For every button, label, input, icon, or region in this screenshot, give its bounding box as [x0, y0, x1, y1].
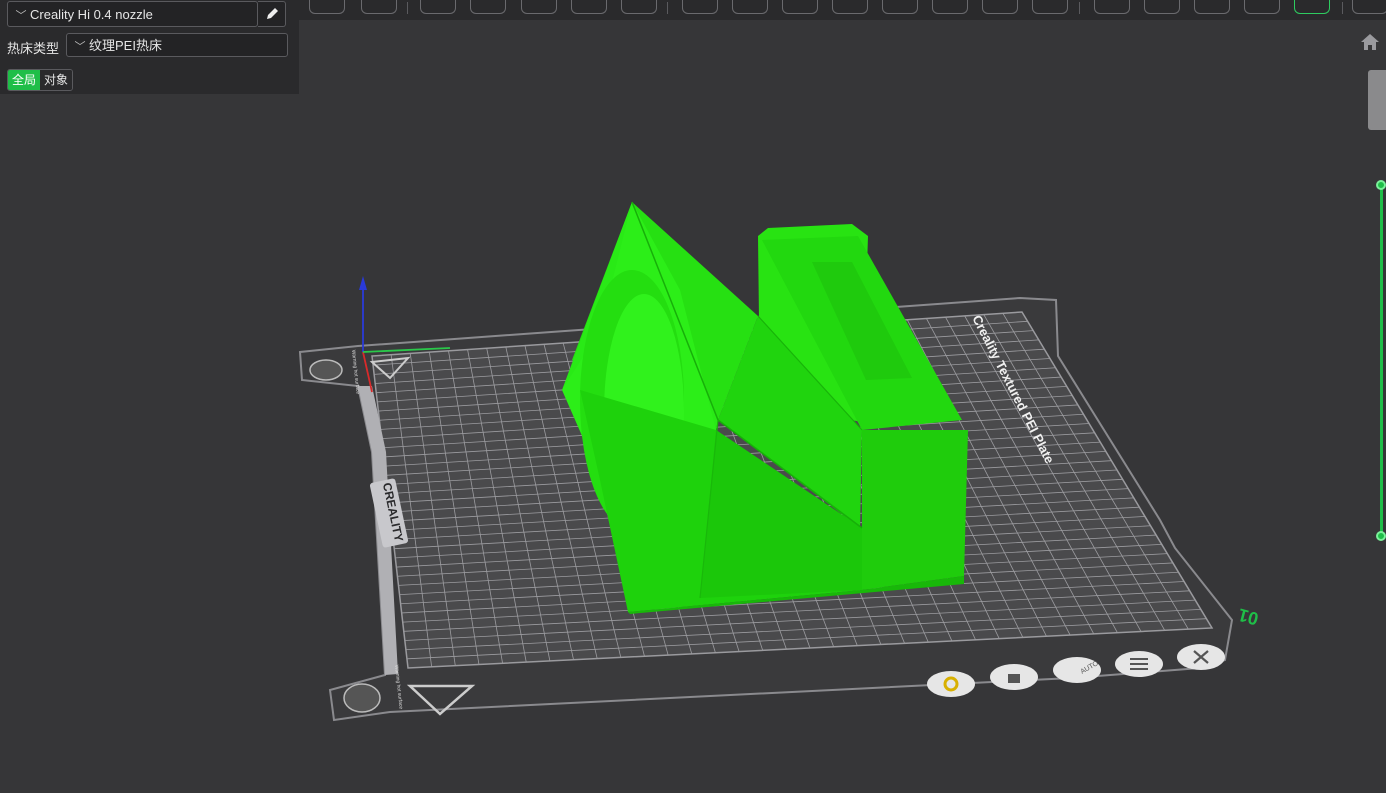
- bed-type-select[interactable]: ﹀ 纹理PEI热床: [66, 33, 288, 57]
- layer-slider-track[interactable]: [1380, 184, 1383, 536]
- split-button[interactable]: [521, 0, 557, 14]
- assembly-button[interactable]: [1194, 0, 1230, 14]
- orient-button[interactable]: [420, 0, 456, 14]
- main-toolbar: [299, 0, 1386, 20]
- ai-button[interactable]: [1294, 0, 1330, 14]
- view-cube[interactable]: [1368, 70, 1386, 130]
- move-button[interactable]: [682, 0, 718, 14]
- scope-toggle: 全局 对象: [7, 69, 74, 91]
- toolbar-divider: [1079, 2, 1080, 14]
- scene-canvas[interactable]: CREALITY Warning hot surface Warning hot…: [0, 0, 1386, 793]
- chevron-down-icon: ﹀: [15, 10, 27, 22]
- cut-button[interactable]: [882, 0, 918, 14]
- 3d-model[interactable]: [562, 201, 968, 614]
- lock-button[interactable]: [990, 664, 1038, 690]
- seam-paint-button[interactable]: [982, 0, 1018, 14]
- toolbar-divider: [1342, 2, 1343, 14]
- printer-select-value: Creality Hi 0.4 nozzle: [30, 7, 153, 22]
- settings-button[interactable]: [927, 671, 975, 697]
- lay-flat-button[interactable]: [832, 0, 868, 14]
- view-button[interactable]: [621, 0, 657, 14]
- auto-orient-button[interactable]: AUTO: [1053, 657, 1101, 683]
- layer-slider-top-handle[interactable]: [1376, 180, 1386, 190]
- text-button[interactable]: [1144, 0, 1180, 14]
- printer-select[interactable]: ﹀ Creality Hi 0.4 nozzle: [7, 1, 258, 27]
- layer-slider-bottom-handle[interactable]: [1376, 531, 1386, 541]
- home-icon[interactable]: [1359, 31, 1381, 53]
- bed-type-label: 热床类型: [7, 41, 60, 56]
- scale-button[interactable]: [782, 0, 818, 14]
- more-button[interactable]: [1352, 0, 1386, 14]
- tab-object[interactable]: 对象: [40, 70, 73, 90]
- layout-button[interactable]: [571, 0, 607, 14]
- support-paint-button[interactable]: [932, 0, 968, 14]
- mesh-boolean-button[interactable]: [1244, 0, 1280, 14]
- plate-number: 01: [1236, 605, 1261, 630]
- add-object-button[interactable]: [309, 0, 345, 14]
- edit-printer-button[interactable]: [258, 1, 286, 27]
- arrange-all-button[interactable]: [470, 0, 506, 14]
- toolbar-divider: [407, 2, 408, 14]
- bed-type-select-value: 纹理PEI热床: [89, 38, 162, 53]
- measure-button[interactable]: [1094, 0, 1130, 14]
- tab-global[interactable]: 全局: [8, 70, 41, 90]
- pencil-icon: [266, 8, 278, 19]
- rotate-button[interactable]: [732, 0, 768, 14]
- chevron-down-icon: ﹀: [74, 41, 86, 53]
- arrange-button[interactable]: [1115, 651, 1163, 677]
- add-plate-button[interactable]: [361, 0, 397, 14]
- lock-icon: [1008, 674, 1020, 683]
- color-paint-button[interactable]: [1032, 0, 1068, 14]
- toolbar-divider: [667, 2, 668, 14]
- 3d-viewport[interactable]: CREALITY Warning hot surface Warning hot…: [0, 0, 1386, 793]
- printer-settings-panel: ﹀ Creality Hi 0.4 nozzle 热床类型 ﹀ 纹理PEI热床 全局…: [0, 0, 299, 94]
- delete-plate-button[interactable]: [1177, 644, 1225, 670]
